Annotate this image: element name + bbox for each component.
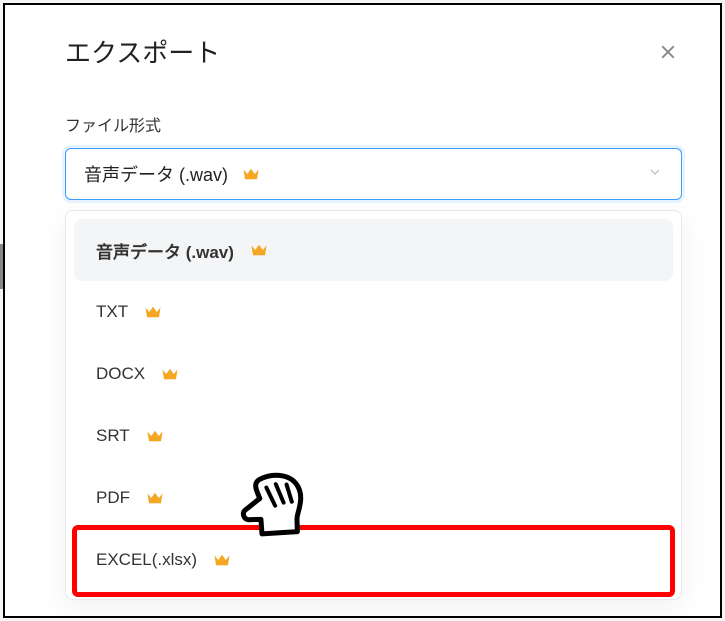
dropdown-option-srt[interactable]: SRT <box>74 405 673 467</box>
dropdown-option-excel[interactable]: EXCEL(.xlsx) <box>74 529 673 591</box>
cursor-annotation <box>229 457 325 553</box>
file-format-dropdown: 音声データ (.wav) TXT DOCX SRT PDF EXCEL(.xls <box>65 210 682 600</box>
file-format-select[interactable]: 音声データ (.wav) <box>65 148 682 200</box>
close-icon <box>658 42 678 62</box>
chevron-down-icon <box>647 164 663 185</box>
dropdown-option-pdf[interactable]: PDF <box>74 467 673 529</box>
close-button[interactable] <box>654 38 682 66</box>
option-label: SRT <box>96 426 130 446</box>
option-label: DOCX <box>96 364 145 384</box>
select-value: 音声データ (.wav) <box>84 161 228 187</box>
modal-header: エクスポート <box>65 33 682 70</box>
crown-icon <box>161 367 179 381</box>
file-format-label: ファイル形式 <box>65 112 682 136</box>
crown-icon <box>250 243 268 257</box>
dropdown-option-txt[interactable]: TXT <box>74 281 673 343</box>
option-label: EXCEL(.xlsx) <box>96 550 197 570</box>
screenshot-frame: エクスポート ファイル形式 音声データ (.wav) 音声データ (.wav) <box>3 3 722 618</box>
crown-icon <box>213 553 231 567</box>
crown-icon <box>242 167 260 181</box>
crown-icon <box>144 305 162 319</box>
export-modal: エクスポート ファイル形式 音声データ (.wav) 音声データ (.wav) <box>27 5 720 616</box>
crown-icon <box>146 491 164 505</box>
option-label: PDF <box>96 488 130 508</box>
dropdown-option-docx[interactable]: DOCX <box>74 343 673 405</box>
dropdown-option-wav[interactable]: 音声データ (.wav) <box>74 219 673 281</box>
modal-title: エクスポート <box>65 33 220 70</box>
option-label: 音声データ (.wav) <box>96 238 234 263</box>
crown-icon <box>146 429 164 443</box>
option-label: TXT <box>96 302 128 322</box>
